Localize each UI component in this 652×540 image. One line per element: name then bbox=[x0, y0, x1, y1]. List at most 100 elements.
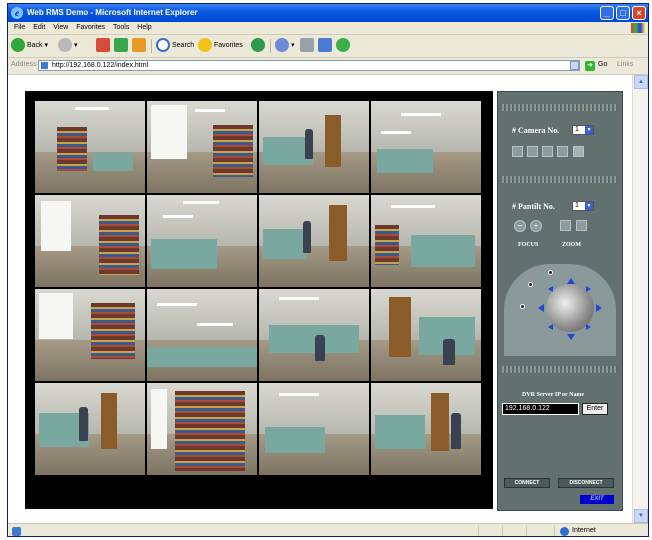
camera-view[interactable] bbox=[147, 101, 257, 193]
menu-bar: File Edit View Favorites Tools Help bbox=[8, 22, 648, 35]
camera-view[interactable] bbox=[35, 101, 145, 193]
page-status-icon bbox=[12, 527, 21, 536]
camera-view[interactable] bbox=[147, 289, 257, 381]
refresh-button[interactable] bbox=[114, 38, 130, 54]
history-button[interactable] bbox=[251, 38, 267, 54]
menu-view[interactable]: View bbox=[53, 24, 68, 31]
go-button[interactable]: Go bbox=[598, 61, 607, 68]
scroll-down-icon[interactable]: ▼ bbox=[634, 509, 648, 523]
favorites-button[interactable]: Favorites bbox=[198, 38, 243, 54]
menu-tools[interactable]: Tools bbox=[113, 24, 129, 31]
scene-partition bbox=[375, 415, 425, 449]
window-title: Web RMS Demo - Microsoft Internet Explor… bbox=[27, 8, 198, 17]
scene-light bbox=[197, 323, 233, 326]
arrow-left-icon[interactable] bbox=[538, 304, 544, 312]
arrow-down-left-icon[interactable] bbox=[548, 324, 553, 330]
camera-view[interactable] bbox=[371, 195, 481, 287]
camera-no-select[interactable]: 1 ▼ bbox=[572, 125, 594, 135]
scroll-up-icon[interactable]: ▲ bbox=[634, 75, 648, 89]
control-panel: # Camera No. 1 ▼ # Pantilt No. 1 ▼ − + FOC… bbox=[497, 91, 623, 511]
camera-view[interactable] bbox=[259, 289, 369, 381]
preset-dot[interactable] bbox=[520, 304, 525, 309]
camera-view[interactable] bbox=[371, 289, 481, 381]
scene-shelf bbox=[375, 225, 399, 265]
close-button[interactable]: × bbox=[632, 6, 646, 20]
camera-view[interactable] bbox=[147, 383, 257, 475]
camera-view[interactable] bbox=[35, 195, 145, 287]
arrow-up-right-icon[interactable] bbox=[586, 286, 591, 292]
menu-edit[interactable]: Edit bbox=[33, 24, 45, 31]
focus-near-button[interactable]: − bbox=[514, 220, 526, 232]
arrow-right-icon[interactable] bbox=[596, 304, 602, 312]
toolbar: Back ▾ ▾ Search Favorites ▾ bbox=[8, 35, 648, 58]
menu-favorites[interactable]: Favorites bbox=[76, 24, 105, 31]
forward-button[interactable]: ▾ bbox=[58, 38, 78, 54]
stop-button[interactable] bbox=[96, 38, 112, 54]
scene-wall bbox=[259, 383, 369, 434]
enter-button[interactable]: Enter bbox=[582, 403, 608, 415]
arrow-up-left-icon[interactable] bbox=[548, 286, 553, 292]
preset-dot[interactable] bbox=[528, 282, 533, 287]
disconnect-button[interactable]: DISCONNECT bbox=[558, 478, 614, 488]
back-button[interactable]: Back ▾ bbox=[11, 38, 48, 54]
go-arrow-icon[interactable]: ➔ bbox=[585, 61, 595, 71]
scene-light bbox=[391, 205, 435, 208]
connect-button[interactable]: CONNECT bbox=[504, 478, 550, 488]
camera-view[interactable] bbox=[371, 101, 481, 193]
mail-button[interactable]: ▾ bbox=[275, 38, 295, 54]
layout-4-button[interactable] bbox=[527, 146, 538, 157]
exit-button[interactable]: EXIT bbox=[580, 495, 614, 504]
menu-file[interactable]: File bbox=[14, 24, 25, 31]
pantilt-no-select[interactable]: 1 ▼ bbox=[572, 201, 594, 211]
camera-view[interactable] bbox=[35, 289, 145, 381]
zoom-in-button[interactable] bbox=[560, 220, 571, 231]
page-icon bbox=[41, 62, 48, 69]
search-button[interactable]: Search bbox=[156, 38, 194, 54]
camera-view[interactable] bbox=[35, 383, 145, 475]
camera-view[interactable] bbox=[259, 383, 369, 475]
toolbar-separator bbox=[151, 39, 152, 53]
arrow-up-icon[interactable] bbox=[567, 278, 575, 284]
messenger-button[interactable] bbox=[336, 38, 352, 54]
chevron-down-icon: ▼ bbox=[585, 202, 593, 210]
maximize-button[interactable]: □ bbox=[616, 6, 630, 20]
scene-partition bbox=[93, 153, 133, 171]
status-divider bbox=[478, 526, 479, 536]
scene-wall bbox=[371, 101, 481, 152]
address-dropdown-icon[interactable] bbox=[570, 61, 579, 70]
layout-16-button[interactable] bbox=[557, 146, 568, 157]
camera-no-label: # Camera No. bbox=[512, 126, 560, 135]
camera-view[interactable] bbox=[371, 383, 481, 475]
scene-door bbox=[101, 393, 117, 449]
layout-full-button[interactable] bbox=[573, 146, 584, 157]
home-icon bbox=[132, 38, 146, 53]
stop-icon bbox=[96, 38, 110, 53]
back-arrow-icon bbox=[11, 38, 25, 53]
arrow-down-icon[interactable] bbox=[567, 334, 575, 340]
layout-9-button[interactable] bbox=[542, 146, 553, 157]
scene-partition bbox=[265, 427, 325, 453]
camera-view[interactable] bbox=[259, 195, 369, 287]
status-bar: Internet bbox=[8, 523, 648, 536]
links-button[interactable]: Links bbox=[617, 61, 633, 68]
vertical-scrollbar[interactable]: ▲ ▼ bbox=[632, 75, 648, 523]
layout-1-button[interactable] bbox=[512, 146, 523, 157]
arrow-down-right-icon[interactable] bbox=[586, 324, 591, 330]
address-input[interactable]: http://192.168.0.122/index.html bbox=[38, 60, 580, 71]
status-divider bbox=[554, 526, 555, 536]
print-button[interactable] bbox=[300, 38, 316, 54]
panel-stripe bbox=[502, 104, 618, 111]
refresh-icon bbox=[114, 38, 128, 53]
preset-dot[interactable] bbox=[548, 270, 553, 275]
camera-view[interactable] bbox=[259, 101, 369, 193]
menu-help[interactable]: Help bbox=[137, 24, 151, 31]
camera-view[interactable] bbox=[147, 195, 257, 287]
scene-light bbox=[195, 109, 225, 112]
focus-far-button[interactable]: + bbox=[530, 220, 542, 232]
minimize-button[interactable]: _ bbox=[600, 6, 614, 20]
zoom-out-button[interactable] bbox=[576, 220, 587, 231]
home-button[interactable] bbox=[132, 38, 148, 54]
edit-button[interactable] bbox=[318, 38, 334, 54]
dvr-server-input[interactable]: 192.168.0.122 bbox=[502, 403, 579, 415]
scene-shelf bbox=[175, 391, 245, 471]
